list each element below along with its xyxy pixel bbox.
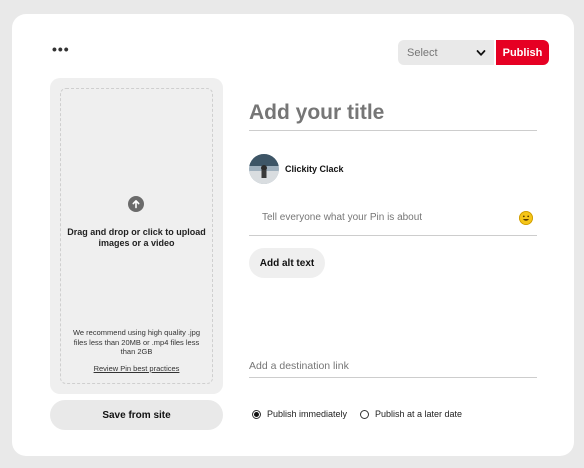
description-input[interactable]: Tell everyone what your Pin is about (249, 200, 537, 236)
publish-button[interactable]: Publish (496, 40, 549, 65)
title-input[interactable]: Add your title (249, 96, 537, 131)
add-alt-text-button[interactable]: Add alt text (249, 248, 325, 278)
avatar (249, 154, 279, 184)
upload-instruction: Drag and drop or click to upload images … (67, 227, 206, 248)
board-select-label: Select (407, 46, 438, 59)
emoji-smiley-icon[interactable] (519, 210, 533, 225)
destination-link-input[interactable]: Add a destination link (249, 354, 537, 378)
radio-selected-icon[interactable] (252, 409, 261, 419)
save-from-site-button[interactable]: Save from site (50, 400, 223, 430)
publish-immediately-option[interactable]: Publish immediately (252, 409, 347, 419)
board-select[interactable]: Select (398, 40, 494, 65)
radio-unselected-icon[interactable] (360, 409, 369, 419)
more-options-icon[interactable]: ••• (52, 42, 70, 56)
profile-name: Clickity Clack (285, 164, 344, 174)
publish-later-option[interactable]: Publish at a later date (360, 409, 462, 419)
publish-immediately-label: Publish immediately (267, 409, 348, 419)
review-best-practices-link[interactable]: Review Pin best practices (50, 364, 223, 373)
chevron-down-icon (476, 49, 486, 56)
publish-later-label: Publish at a later date (375, 409, 463, 419)
upload-dropzone[interactable]: Drag and drop or click to upload images … (50, 78, 223, 394)
pin-builder-card: ••• Select Publish Drag and drop or clic… (12, 14, 574, 456)
description-placeholder: Tell everyone what your Pin is about (262, 212, 423, 223)
upload-arrow-icon (128, 196, 144, 212)
upload-recommendation: We recommend using high quality .jpg fil… (72, 328, 200, 356)
